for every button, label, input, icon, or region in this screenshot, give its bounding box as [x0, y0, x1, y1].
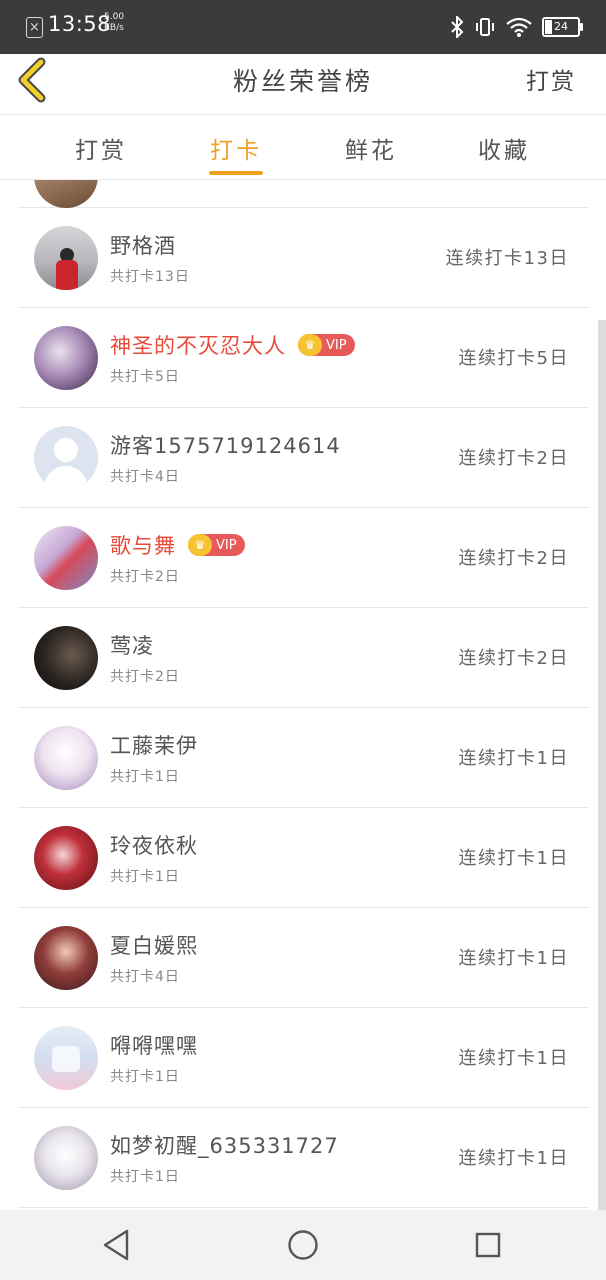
- total-checkins: 共打卡4日: [110, 969, 180, 985]
- avatar: [34, 226, 98, 290]
- vip-badge: ♛ VIP: [298, 334, 355, 356]
- user-name: 工藤茉伊: [110, 734, 198, 758]
- total-checkins: 共打卡2日: [110, 569, 180, 585]
- vibrate-icon: [476, 18, 494, 36]
- list-item[interactable]: 玲夜依秋 共打卡1日 连续打卡1日: [18, 808, 589, 908]
- streak-label: 连续打卡1日: [458, 1048, 569, 1069]
- tab-favorites[interactable]: 收藏: [459, 131, 549, 165]
- user-name: 如梦初醒_635331727: [110, 1134, 339, 1158]
- nav-home-button[interactable]: [283, 1225, 323, 1265]
- total-checkins: 共打卡2日: [110, 669, 180, 685]
- total-checkins: 共打卡1日: [110, 769, 180, 785]
- battery-icon: 24: [542, 17, 583, 37]
- streak-label: 连续打卡1日: [458, 948, 569, 969]
- avatar: [34, 626, 98, 690]
- avatar: [34, 926, 98, 990]
- home-circle-icon: [288, 1230, 318, 1260]
- streak-label: 连续打卡2日: [458, 548, 569, 569]
- scrollbar[interactable]: [598, 320, 606, 1210]
- list-item[interactable]: 神圣的不灭忍大人 ♛ VIP 共打卡5日 连续打卡5日: [18, 308, 589, 408]
- user-name: 神圣的不灭忍大人 ♛ VIP: [110, 330, 355, 360]
- back-triangle-icon: [103, 1229, 129, 1261]
- streak-label: 连续打卡5日: [458, 348, 569, 369]
- streak-label: 连续打卡13日: [445, 248, 569, 269]
- list-item-partial[interactable]: [18, 180, 589, 208]
- total-checkins: 共打卡1日: [110, 869, 180, 885]
- wifi-icon: [506, 17, 532, 37]
- list-item[interactable]: 嘚嘚嘿嘿 共打卡1日 连续打卡1日: [18, 1008, 589, 1108]
- streak-label: 连续打卡1日: [458, 848, 569, 869]
- network-speed-unit: KB/s: [104, 23, 124, 33]
- streak-label: 连续打卡1日: [458, 748, 569, 769]
- header: 粉丝荣誉榜 打赏: [0, 54, 606, 114]
- x-notification-icon: ×: [26, 17, 43, 38]
- page-title: 粉丝荣誉榜: [232, 67, 373, 96]
- status-time: 13:58: [48, 12, 112, 36]
- system-nav-bar: [0, 1210, 606, 1280]
- battery-level: 24: [554, 20, 568, 33]
- tab-flowers[interactable]: 鲜花: [326, 131, 416, 165]
- avatar: [34, 426, 98, 490]
- user-name: 玲夜依秋: [110, 834, 198, 858]
- tab-bar: 打赏 打卡 鲜花 收藏: [0, 114, 606, 180]
- fan-list[interactable]: 野格酒 共打卡13日 连续打卡13日 神圣的不灭忍大人 ♛ VIP 共打卡5日 连…: [18, 180, 589, 1210]
- network-speed-value: 5.00: [104, 12, 125, 22]
- user-name: 嘚嘚嘿嘿: [110, 1034, 198, 1058]
- list-item[interactable]: 夏白媛熙 共打卡4日 连续打卡1日: [18, 908, 589, 1008]
- avatar: [34, 1126, 98, 1190]
- tab-reward[interactable]: 打赏: [56, 131, 146, 165]
- nav-back-button[interactable]: [96, 1225, 136, 1265]
- active-tab-indicator: [209, 171, 263, 175]
- crown-icon: ♛: [188, 534, 212, 556]
- total-checkins: 共打卡13日: [110, 269, 190, 285]
- user-name: 歌与舞 ♛ VIP: [110, 530, 245, 560]
- total-checkins: 共打卡4日: [110, 469, 180, 485]
- list-item[interactable]: 歌与舞 ♛ VIP 共打卡2日 连续打卡2日: [18, 508, 589, 608]
- avatar: [34, 726, 98, 790]
- streak-label: 连续打卡2日: [458, 448, 569, 469]
- crown-icon: ♛: [298, 334, 322, 356]
- avatar: [34, 526, 98, 590]
- avatar: [34, 326, 98, 390]
- avatar: [34, 1026, 98, 1090]
- tab-checkin[interactable]: 打卡: [191, 131, 281, 165]
- network-speed: 5.00 KB/s: [104, 12, 124, 34]
- list-item[interactable]: 如梦初醒_635331727 共打卡1日 连续打卡1日: [18, 1108, 589, 1208]
- list-item[interactable]: 野格酒 共打卡13日 连续打卡13日: [18, 208, 589, 308]
- list-item[interactable]: 工藤茉伊 共打卡1日 连续打卡1日: [18, 708, 589, 808]
- avatar: [34, 180, 98, 208]
- reward-button[interactable]: 打赏: [526, 62, 576, 96]
- list-item[interactable]: 游客1575719124614 共打卡4日 连续打卡2日: [18, 408, 589, 508]
- user-name: 野格酒: [110, 234, 176, 258]
- status-bar: × 13:58 5.00 KB/s 24: [0, 0, 606, 54]
- avatar: [34, 826, 98, 890]
- user-name: 夏白媛熙: [110, 934, 198, 958]
- user-name: 游客1575719124614: [110, 434, 341, 458]
- streak-label: 连续打卡2日: [458, 648, 569, 669]
- status-icons: 24: [450, 14, 583, 40]
- total-checkins: 共打卡5日: [110, 369, 180, 385]
- bluetooth-icon: [451, 16, 464, 38]
- user-name: 莺凌: [110, 634, 154, 658]
- default-user-icon: [54, 438, 78, 462]
- vip-badge: ♛ VIP: [188, 534, 245, 556]
- list-item[interactable]: 莺凌 共打卡2日 连续打卡2日: [18, 608, 589, 708]
- streak-label: 连续打卡1日: [458, 1148, 569, 1169]
- nav-recents-button[interactable]: [468, 1225, 508, 1265]
- total-checkins: 共打卡1日: [110, 1069, 180, 1085]
- recents-square-icon: [475, 1232, 501, 1258]
- total-checkins: 共打卡1日: [110, 1169, 180, 1185]
